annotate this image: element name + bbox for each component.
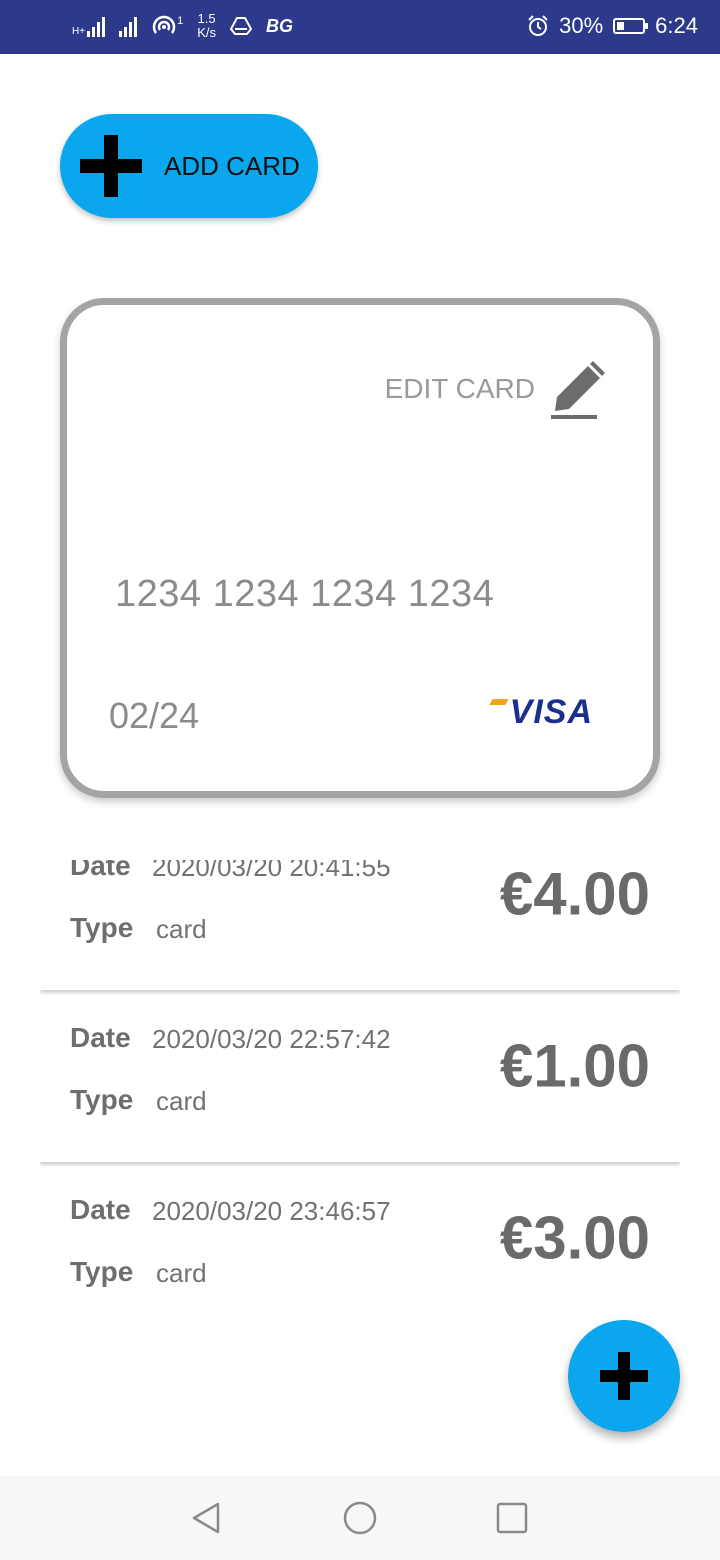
signal-icon-2 [119, 15, 138, 37]
clock: 6:24 [655, 13, 698, 38]
battery-percent: 30% [559, 13, 604, 38]
visa-logo: VISA [509, 693, 593, 731]
amount: €3.00 [499, 1204, 650, 1272]
sim-label: 1 [177, 15, 184, 27]
navigation-bar [0, 1476, 720, 1560]
speed-value: 1.5 [197, 11, 216, 26]
date-value: 2020/03/20 23:46:57 [152, 1196, 391, 1226]
transaction-row[interactable]: Date 2020/03/20 20:41:55 Type card €4.00 [40, 860, 680, 990]
signal-group-1: H+ [72, 15, 106, 37]
add-card-label: ADD CARD [164, 150, 300, 181]
amount: €1.00 [499, 1032, 650, 1100]
back-triangle-icon[interactable] [188, 1500, 224, 1536]
drive-icon [229, 17, 252, 35]
status-bar-right: 30% 6:24 [527, 13, 698, 39]
battery-icon [613, 18, 649, 34]
signal-icon [87, 15, 106, 37]
add-fab-button[interactable] [568, 1320, 680, 1432]
type-value: card [156, 1086, 207, 1116]
network-speed: 1.5 K/s [197, 12, 216, 40]
recents-square-icon[interactable] [494, 1500, 530, 1536]
plus-icon [600, 1352, 648, 1400]
date-label: Date [70, 860, 131, 881]
status-bar-left: H+ 1 1.5 K/s BG [72, 12, 293, 40]
card-number: 1234 1234 1234 1234 [115, 573, 495, 615]
type-label: Type [70, 912, 134, 943]
pencil-icon[interactable] [549, 353, 613, 423]
amount: €4.00 [499, 860, 650, 928]
type-label: Type [70, 1256, 134, 1287]
edit-card-link[interactable]: EDIT CARD [385, 373, 535, 405]
speed-unit: K/s [197, 25, 216, 40]
hotspot-icon [152, 15, 176, 34]
transaction-list[interactable]: Date 2020/03/20 20:41:55 Type card €4.00… [40, 860, 680, 1297]
alarm-icon [528, 15, 548, 36]
type-value: card [156, 914, 207, 944]
date-label: Date [70, 1022, 131, 1053]
date-label: Date [70, 1194, 131, 1225]
visa-accent [489, 699, 509, 705]
plus-icon [80, 135, 142, 197]
date-value: 2020/03/20 22:57:42 [152, 1024, 391, 1054]
date-value: 2020/03/20 20:41:55 [152, 860, 391, 882]
transaction-row[interactable]: Date 2020/03/20 23:46:57 Type card €3.00 [40, 1168, 680, 1297]
network-type: H+ [72, 26, 86, 37]
card-expiry: 02/24 [109, 695, 200, 736]
hotspot-group: 1 [151, 15, 183, 37]
transaction-row[interactable]: Date 2020/03/20 22:57:42 Type card €1.00 [40, 996, 680, 1162]
add-card-button[interactable]: ADD CARD [60, 114, 318, 218]
status-bar: H+ 1 1.5 K/s BG 30% 6:24 [0, 0, 720, 54]
home-circle-icon[interactable] [342, 1500, 378, 1536]
type-label: Type [70, 1084, 134, 1115]
type-value: card [156, 1258, 207, 1288]
carrier-label: BG [265, 15, 293, 36]
credit-card: EDIT CARD 1234 1234 1234 1234 02/24 VISA [60, 298, 660, 798]
